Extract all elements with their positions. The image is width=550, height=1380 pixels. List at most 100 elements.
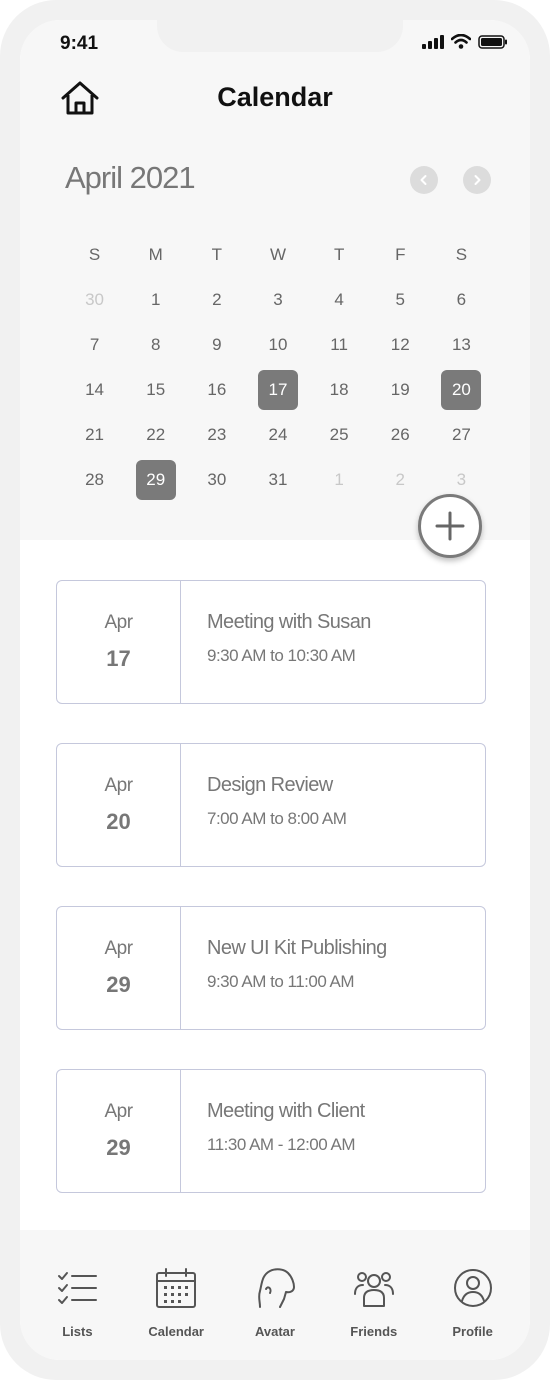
calendar-day[interactable]: 3 <box>247 277 308 322</box>
event-time: 11:30 AM - 12:00 AM <box>207 1135 355 1154</box>
calendar-day[interactable]: 31 <box>247 457 308 502</box>
calendar-day[interactable]: 1 <box>309 457 370 502</box>
list-icon <box>55 1266 99 1310</box>
event-details: Design Review 7:00 AM to 8:00 AM <box>181 744 347 866</box>
tab-lists[interactable]: Lists <box>32 1230 122 1360</box>
day-number: 10 <box>268 334 288 354</box>
calendar-day[interactable]: 23 <box>186 412 247 457</box>
calendar-week-row: 7 8 9 10 11 12 13 <box>64 322 492 367</box>
tab-profile[interactable]: Profile <box>428 1230 518 1360</box>
day-number: 8 <box>150 334 161 354</box>
calendar-day[interactable]: 13 <box>431 322 492 367</box>
profile-icon <box>451 1266 495 1310</box>
calendar-day[interactable]: 5 <box>370 277 431 322</box>
calendar-icon <box>154 1266 198 1310</box>
tab-label: Avatar <box>254 1324 295 1339</box>
event-card[interactable]: Apr 29 New UI Kit Publishing 9:30 AM to 11:… <box>56 906 486 1030</box>
event-time: 9:30 AM to 10:30 AM <box>207 646 356 665</box>
day-number: 30 <box>85 289 105 309</box>
day-number: 16 <box>207 379 227 399</box>
tab-calendar[interactable]: Calendar <box>131 1230 221 1360</box>
calendar-day[interactable]: 7 <box>64 322 125 367</box>
plus-icon <box>435 511 465 541</box>
day-number: 7 <box>89 334 100 354</box>
calendar-day[interactable]: 14 <box>64 367 125 412</box>
event-title: New UI Kit Publishing <box>207 937 387 959</box>
calendar-day[interactable]: 19 <box>370 367 431 412</box>
calendar-day-event[interactable]: 20 <box>431 367 492 412</box>
calendar-day[interactable]: 25 <box>309 412 370 457</box>
calendar-day[interactable]: 2 <box>370 457 431 502</box>
calendar-week-row: 14 15 16 17 18 19 20 <box>64 367 492 412</box>
event-title: Meeting with Client <box>207 1100 365 1122</box>
calendar-header-section: 9:41 Calendar April 2021 S M T W T F S 3… <box>20 20 530 540</box>
avatar-icon <box>253 1266 297 1310</box>
calendar-day[interactable]: 8 <box>125 322 186 367</box>
day-number: 9 <box>212 334 222 354</box>
screen: 9:41 Calendar April 2021 S M T W T F S 3… <box>20 20 530 1360</box>
calendar-day[interactable]: 26 <box>370 412 431 457</box>
friends-icon <box>352 1266 396 1310</box>
event-day: 20 <box>106 809 131 834</box>
event-date: Apr 29 <box>57 907 181 1029</box>
event-month: Apr <box>104 775 133 796</box>
weekday-label: T <box>333 244 345 264</box>
calendar-week-row: 28 29 30 31 1 2 3 <box>64 457 492 502</box>
calendar-day[interactable]: 15 <box>125 367 186 412</box>
calendar-day[interactable]: 24 <box>247 412 308 457</box>
day-number: 21 <box>85 424 105 444</box>
chevron-right-icon <box>474 175 481 185</box>
calendar-day[interactable]: 1 <box>125 277 186 322</box>
weekday-label: S <box>455 244 468 264</box>
event-card[interactable]: Apr 17 Meeting with Susan 9:30 AM to 10:30 … <box>56 580 486 704</box>
day-number: 14 <box>85 379 105 399</box>
event-card[interactable]: Apr 20 Design Review 7:00 AM to 8:00 AM <box>56 743 486 867</box>
day-number: 26 <box>390 424 410 444</box>
battery-icon <box>478 34 508 49</box>
calendar-day[interactable]: 30 <box>186 457 247 502</box>
add-event-button[interactable] <box>418 494 482 558</box>
calendar-day[interactable]: 16 <box>186 367 247 412</box>
calendar-day[interactable]: 11 <box>309 322 370 367</box>
next-month-button[interactable] <box>463 166 491 194</box>
calendar-day[interactable]: 4 <box>309 277 370 322</box>
calendar-day[interactable]: 22 <box>125 412 186 457</box>
weekday-label: M <box>148 244 163 264</box>
event-time: 7:00 AM to 8:00 AM <box>207 809 347 828</box>
tab-avatar[interactable]: Avatar <box>230 1230 320 1360</box>
calendar-day[interactable]: 27 <box>431 412 492 457</box>
tab-label: Lists <box>62 1324 93 1339</box>
calendar-day[interactable]: 9 <box>186 322 247 367</box>
weekday-label: S <box>88 244 101 264</box>
weekday-header-row: SMTWTFS <box>64 232 492 277</box>
chevron-left-icon <box>420 175 427 185</box>
tab-friends[interactable]: Friends <box>329 1230 419 1360</box>
calendar-week-row: 21 22 23 24 25 26 27 <box>64 412 492 457</box>
event-time: 9:30 AM to 11:00 AM <box>207 972 355 991</box>
calendar-day-event[interactable]: 29 <box>125 457 186 502</box>
calendar-day[interactable]: 28 <box>64 457 125 502</box>
day-number: 12 <box>390 334 410 354</box>
weekday-label: T <box>211 244 223 264</box>
previous-month-button[interactable] <box>410 166 438 194</box>
event-card[interactable]: Apr 29 Meeting with Client 11:30 AM - 12:00… <box>56 1069 486 1193</box>
day-number: 2 <box>212 289 222 309</box>
day-number: 1 <box>150 289 161 309</box>
calendar-day[interactable]: 2 <box>186 277 247 322</box>
day-number: 18 <box>329 379 349 399</box>
calendar-day[interactable]: 21 <box>64 412 125 457</box>
day-number: 20 <box>441 369 482 410</box>
calendar-day[interactable]: 6 <box>431 277 492 322</box>
wifi-icon <box>451 34 471 49</box>
calendar-day[interactable]: 18 <box>309 367 370 412</box>
calendar-day-event[interactable]: 17 <box>247 367 308 412</box>
tab-label: Calendar <box>148 1324 204 1339</box>
event-details: New UI Kit Publishing 9:30 AM to 11:00 AM <box>181 907 387 1029</box>
event-title: Meeting with Susan <box>207 611 371 633</box>
page-title: Calendar <box>217 82 333 112</box>
calendar-day[interactable]: 10 <box>247 322 308 367</box>
day-number: 4 <box>334 289 344 309</box>
calendar-day[interactable]: 12 <box>370 322 431 367</box>
event-month: Apr <box>104 938 133 959</box>
calendar-day[interactable]: 30 <box>64 277 125 322</box>
